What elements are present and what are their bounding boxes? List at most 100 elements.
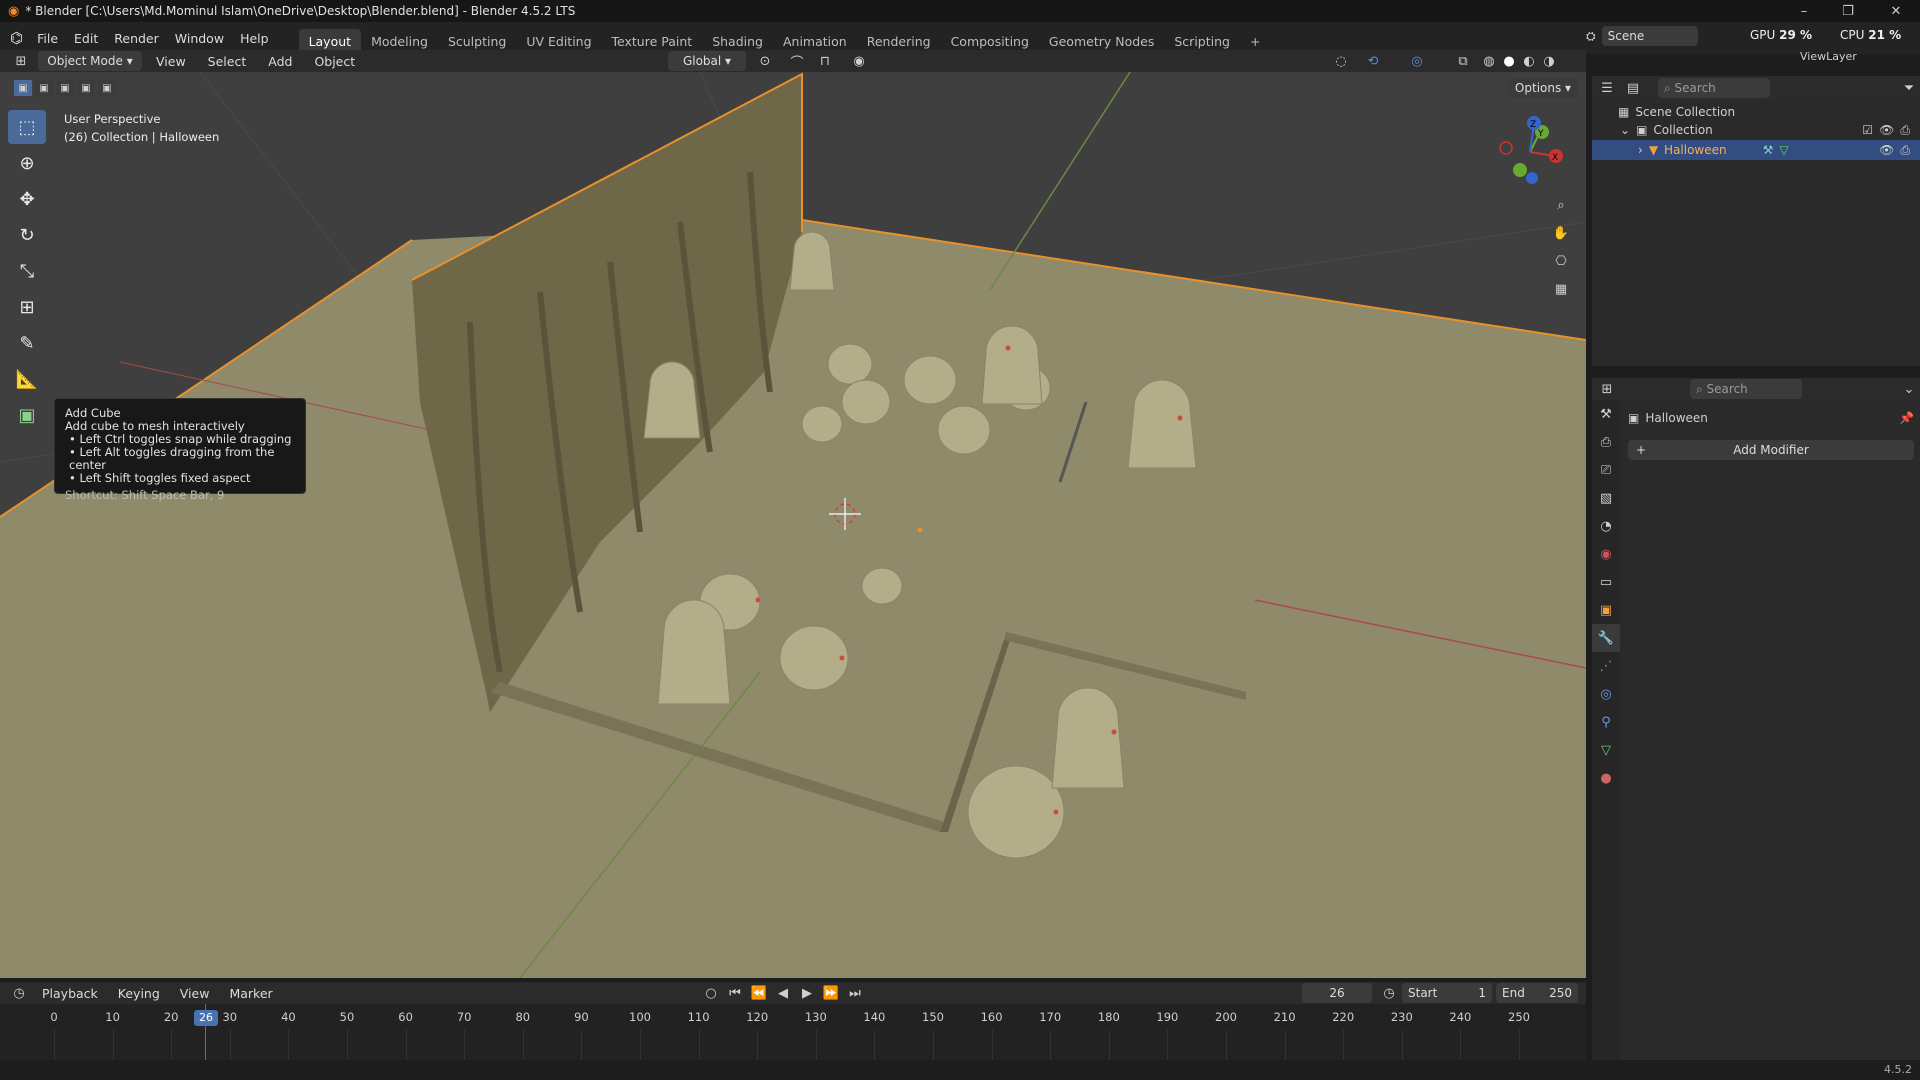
jump-end-icon[interactable]: ⏭ xyxy=(844,982,866,1004)
expand-chevron-icon[interactable]: ⌄ xyxy=(1620,123,1630,137)
select-subtract-icon[interactable]: ▣ xyxy=(56,80,74,96)
orientation-dropdown[interactable]: Global ▾ xyxy=(668,51,746,71)
wireframe-shading-icon[interactable]: ◍ xyxy=(1478,50,1500,72)
display-mode-icon[interactable]: ▤ xyxy=(1622,77,1644,99)
select-extend-icon[interactable]: ▣ xyxy=(35,80,53,96)
snap-target-icon[interactable]: ⊓ xyxy=(814,50,836,72)
particles-tab-icon[interactable]: ⋰ xyxy=(1592,652,1620,680)
zoom-icon[interactable]: ⌕ xyxy=(1550,194,1572,216)
view-layer-name[interactable]: ViewLayer xyxy=(1800,50,1857,63)
scene-tab-icon[interactable]: ◔ xyxy=(1592,512,1620,540)
pivot-icon[interactable]: ⊙ xyxy=(754,50,776,72)
timeline-editor-icon[interactable]: ◷ xyxy=(8,982,30,1004)
menu-edit[interactable]: Edit xyxy=(66,27,106,50)
hide-eye-icon[interactable]: 👁 xyxy=(1879,123,1894,138)
navigation-gizmo[interactable]: X Y Z xyxy=(1490,112,1570,192)
current-frame-field[interactable]: 26 xyxy=(1302,983,1372,1003)
render-camera-icon[interactable]: ⎙ xyxy=(1900,123,1910,138)
world-tab-icon[interactable]: ◉ xyxy=(1592,540,1620,568)
play-reverse-icon[interactable]: ◀ xyxy=(772,982,794,1004)
properties-editor-icon[interactable]: ⊞ xyxy=(1596,378,1618,400)
scene-render[interactable] xyxy=(0,72,1586,978)
outliner-row-halloween[interactable]: › ▼ Halloween ⚒ ▽ 👁 ⎙ xyxy=(1592,140,1920,160)
hide-eye-icon[interactable]: 👁 xyxy=(1879,143,1894,158)
add-modifier-button[interactable]: + Add Modifier xyxy=(1628,440,1914,460)
playhead-frame-badge[interactable]: 26 xyxy=(194,1010,218,1026)
gizmo-toggle-icon[interactable]: ⟲ xyxy=(1362,50,1384,72)
rotate-tool-icon[interactable]: ↻ xyxy=(8,218,46,252)
filter-icon[interactable]: ⏷ xyxy=(1898,77,1920,99)
outliner-editor-icon[interactable]: ☰ xyxy=(1596,77,1618,99)
preview-range-icon[interactable]: ◷ xyxy=(1378,982,1400,1004)
camera-view-icon[interactable]: ⎔ xyxy=(1550,250,1572,272)
viewport-menu-add[interactable]: Add xyxy=(260,50,300,73)
outliner-row-collection[interactable]: ⌄ ▣ Collection ☑ 👁 ⎙ xyxy=(1592,120,1920,140)
close-button[interactable]: ✕ xyxy=(1876,0,1916,22)
move-tool-icon[interactable]: ✥ xyxy=(8,182,46,216)
3d-viewport[interactable]: User Perspective (26) Collection | Hallo… xyxy=(0,72,1586,978)
maximize-button[interactable]: ❐ xyxy=(1828,0,1868,22)
exclude-checkbox-icon[interactable]: ☑ xyxy=(1862,123,1873,138)
jump-start-icon[interactable]: ⏮ xyxy=(724,982,746,1004)
proportional-edit-icon[interactable]: ◉ xyxy=(848,50,870,72)
viewport-menu-object[interactable]: Object xyxy=(306,50,363,73)
annotate-tool-icon[interactable]: ✎ xyxy=(8,326,46,360)
scale-tool-icon[interactable]: ⤡ xyxy=(8,254,46,288)
pan-hand-icon[interactable]: ✋ xyxy=(1550,222,1572,244)
snap-icon[interactable]: ⌒ xyxy=(786,50,808,72)
menu-window[interactable]: Window xyxy=(167,27,232,50)
select-invert-icon[interactable]: ▣ xyxy=(77,80,95,96)
timeline-menu-keying[interactable]: Keying xyxy=(110,982,168,1005)
timeline-menu-marker[interactable]: Marker xyxy=(221,982,280,1005)
end-frame-field[interactable]: End 250 xyxy=(1496,983,1578,1003)
outliner-row-scene-collection[interactable]: ▦ Scene Collection xyxy=(1592,100,1920,120)
select-intersect-icon[interactable]: ▣ xyxy=(98,80,116,96)
select-new-icon[interactable]: ▣ xyxy=(14,80,32,96)
jump-keyframe-back-icon[interactable]: ⏪ xyxy=(748,982,770,1004)
timeline-ruler[interactable]: 0 10 20 30 40 50 60 70 80 90 100 110 120 130 140 150 160… xyxy=(0,1004,1586,1060)
outliner-search-input[interactable]: ⌕ Search xyxy=(1658,78,1770,98)
rendered-shading-icon[interactable]: ◑ xyxy=(1538,50,1560,72)
visibility-icon[interactable]: ◌ xyxy=(1330,50,1352,72)
material-shading-icon[interactable]: ◐ xyxy=(1518,50,1540,72)
properties-search-input[interactable]: ⌕ Search xyxy=(1690,379,1802,399)
menu-render[interactable]: Render xyxy=(106,27,167,50)
minimize-button[interactable]: – xyxy=(1784,0,1824,22)
constraints-tab-icon[interactable]: ⚲ xyxy=(1592,708,1620,736)
modifier-tab-icon[interactable]: 🔧 xyxy=(1592,624,1620,652)
timeline-menu-playback[interactable]: Playback xyxy=(34,982,106,1005)
overlay-toggle-icon[interactable]: ◎ xyxy=(1406,50,1428,72)
pin-icon[interactable]: 📌 xyxy=(1899,411,1914,425)
collection-tab-icon[interactable]: ▭ xyxy=(1592,568,1620,596)
cursor-tool-icon[interactable]: ⊕ xyxy=(8,146,46,180)
render-tab-icon[interactable]: ⎙ xyxy=(1592,428,1620,456)
menu-help[interactable]: Help xyxy=(232,27,277,50)
view-layer-tab-icon[interactable]: ▧ xyxy=(1592,484,1620,512)
viewport-menu-view[interactable]: View xyxy=(148,50,194,73)
editor-type-icon[interactable]: ⊞ xyxy=(10,50,32,72)
perspective-toggle-icon[interactable]: ▦ xyxy=(1550,278,1572,300)
physics-tab-icon[interactable]: ◎ xyxy=(1592,680,1620,708)
measure-tool-icon[interactable]: 📐 xyxy=(8,362,46,396)
render-camera-icon[interactable]: ⎙ xyxy=(1900,143,1910,158)
scene-name-field[interactable]: Scene xyxy=(1601,26,1698,46)
xray-icon[interactable]: ⧉ xyxy=(1452,50,1474,72)
select-box-tool-icon[interactable]: ⬚ xyxy=(8,110,46,144)
blender-menu-icon[interactable]: ⌬ xyxy=(10,29,23,47)
play-icon[interactable]: ▶ xyxy=(796,982,818,1004)
jump-keyframe-forward-icon[interactable]: ⏩ xyxy=(820,982,842,1004)
menu-file[interactable]: File xyxy=(29,27,66,50)
viewport-menu-select[interactable]: Select xyxy=(200,50,255,73)
add-cube-tool-icon[interactable]: ▣ xyxy=(8,398,46,432)
tool-tab-icon[interactable]: ⚒ xyxy=(1592,400,1620,428)
timeline-menu-view[interactable]: View xyxy=(172,982,218,1005)
expand-chevron-icon[interactable]: › xyxy=(1638,143,1643,157)
object-tab-icon[interactable]: ▣ xyxy=(1592,596,1620,624)
transform-tool-icon[interactable]: ⊞ xyxy=(8,290,46,324)
start-frame-field[interactable]: Start 1 xyxy=(1402,983,1492,1003)
material-tab-icon[interactable]: ● xyxy=(1592,764,1620,792)
solid-shading-icon[interactable]: ● xyxy=(1498,50,1520,72)
properties-options-icon[interactable]: ⌄ xyxy=(1898,378,1920,400)
data-tab-icon[interactable]: ▽ xyxy=(1592,736,1620,764)
mode-dropdown[interactable]: Object Mode ▾ xyxy=(38,51,142,71)
